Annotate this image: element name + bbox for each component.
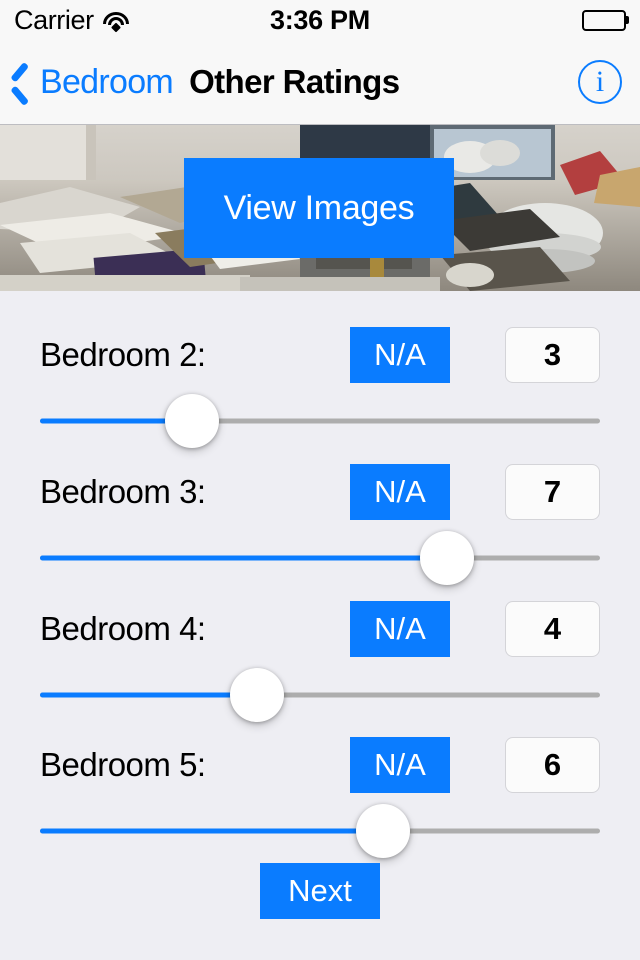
rating-label: Bedroom 5: xyxy=(40,746,206,783)
slider-thumb[interactable] xyxy=(230,668,284,722)
view-images-label: View Images xyxy=(223,188,415,227)
back-button-label: Bedroom xyxy=(40,62,174,101)
rating-slider[interactable] xyxy=(0,801,640,861)
rating-slider[interactable] xyxy=(0,391,640,451)
status-bar: Carrier 3:36 PM xyxy=(0,0,640,40)
na-button[interactable]: N/A xyxy=(350,601,450,657)
rating-value-field[interactable]: 4 xyxy=(505,601,600,657)
rating-row-header: Bedroom 4: N/A 4 xyxy=(0,601,640,657)
page-title: Other Ratings xyxy=(189,63,400,100)
navigation-bar: Bedroom Other Ratings i xyxy=(0,40,640,125)
na-button-label: N/A xyxy=(374,747,426,782)
rating-slider[interactable] xyxy=(0,528,640,588)
rating-value-field[interactable]: 3 xyxy=(505,327,600,383)
status-bar-right xyxy=(582,9,629,31)
info-glyph: i xyxy=(595,65,605,98)
na-button-label: N/A xyxy=(374,337,426,372)
rating-label: Bedroom 2: xyxy=(40,336,206,373)
info-circle-icon[interactable]: i xyxy=(578,60,622,104)
next-button[interactable]: Next xyxy=(260,863,380,919)
view-images-button[interactable]: View Images xyxy=(184,158,454,258)
next-button-label: Next xyxy=(288,873,352,908)
slider-thumb[interactable] xyxy=(356,804,410,858)
slider-thumb[interactable] xyxy=(420,531,474,585)
rating-row: Bedroom 2: N/A 3 xyxy=(0,327,640,451)
chevron-left-icon xyxy=(14,64,36,100)
rating-row-header: Bedroom 2: N/A 3 xyxy=(0,327,640,383)
slider-thumb[interactable] xyxy=(165,394,219,448)
rating-value-field[interactable]: 7 xyxy=(505,464,600,520)
back-button[interactable]: Bedroom xyxy=(14,62,174,102)
rating-row: Bedroom 3: N/A 7 xyxy=(0,464,640,588)
na-button[interactable]: N/A xyxy=(350,327,450,383)
rating-row: Bedroom 5: N/A 6 xyxy=(0,737,640,861)
na-button-label: N/A xyxy=(374,611,426,646)
battery-icon xyxy=(582,9,629,31)
na-button[interactable]: N/A xyxy=(350,464,450,520)
rating-label: Bedroom 4: xyxy=(40,610,206,647)
na-button-label: N/A xyxy=(374,474,426,509)
rating-row-header: Bedroom 5: N/A 6 xyxy=(0,737,640,793)
slider-fill xyxy=(40,828,383,834)
room-photo-banner: View Images xyxy=(0,125,640,291)
rating-row: Bedroom 4: N/A 4 xyxy=(0,601,640,725)
rating-slider[interactable] xyxy=(0,665,640,725)
rating-label: Bedroom 3: xyxy=(40,473,206,510)
status-bar-clock: 3:36 PM xyxy=(270,4,370,35)
rating-value-field[interactable]: 6 xyxy=(505,737,600,793)
na-button[interactable]: N/A xyxy=(350,737,450,793)
slider-fill xyxy=(40,555,447,561)
rating-row-header: Bedroom 3: N/A 7 xyxy=(0,464,640,520)
slider-fill xyxy=(40,692,257,698)
